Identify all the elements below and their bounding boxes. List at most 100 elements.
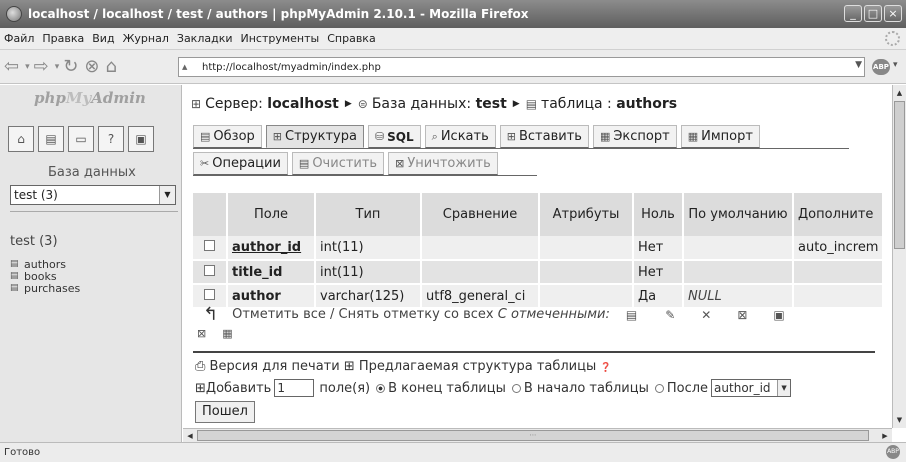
home-icon[interactable]: ⌂ (105, 56, 116, 77)
go-button[interactable]: Пошел (195, 401, 255, 423)
docs-icon[interactable]: ? (98, 126, 124, 152)
table-list-item[interactable]: ▤ books (10, 271, 80, 282)
tab-insert[interactable]: ⊞ Вставить (499, 125, 589, 148)
menu-bookmarks[interactable]: Закладки (177, 32, 233, 45)
edit-selected-icon[interactable]: ✎ (665, 308, 675, 322)
chevron-down-icon[interactable]: ▼ (159, 186, 175, 204)
horizontal-scrollbar[interactable]: ◀ ⋯ ▶ (183, 428, 892, 442)
column-header-default[interactable]: По умолчанию (683, 193, 794, 236)
query-window-icon[interactable]: ▭ (68, 126, 94, 152)
column-header-type[interactable]: Тип (315, 193, 422, 236)
adblock-button[interactable]: ABP (872, 59, 890, 75)
chevron-down-icon[interactable]: ▼ (777, 380, 791, 396)
delete-selected-icon[interactable]: ✕ (701, 308, 711, 322)
help-icon[interactable]: ❓ (600, 363, 611, 373)
tab-structure[interactable]: ⊞ Структура (265, 125, 364, 148)
table-list-item[interactable]: ▤ purchases (10, 283, 80, 294)
scroll-up-icon[interactable]: ▲ (894, 87, 905, 99)
breadcrumb-table[interactable]: authors (616, 96, 677, 112)
field-type: int(11) (315, 236, 422, 261)
minimize-button[interactable]: _ (844, 5, 862, 22)
scroll-thumb[interactable]: ⋯ (197, 430, 869, 441)
column-header-extra[interactable]: Дополните (793, 193, 885, 236)
scroll-left-icon[interactable]: ◀ (184, 430, 196, 442)
scroll-right-icon[interactable]: ▶ (879, 430, 891, 442)
at-end-radio[interactable] (376, 383, 386, 393)
column-header-field[interactable]: Поле (227, 193, 316, 236)
field-default (683, 260, 794, 285)
field-extra (793, 284, 885, 309)
tab-sql[interactable]: ⛁ SQL (367, 125, 421, 148)
field-null: Нет (633, 260, 684, 285)
back-icon[interactable]: ⇦ (4, 56, 19, 77)
address-bar[interactable]: ▲ http://localhost/myadmin/index.php ▼ (178, 57, 865, 77)
insert-icon: ⊞ (506, 130, 516, 143)
after-field-select[interactable]: author_id ▼ (711, 379, 792, 397)
stop-icon[interactable]: ⊗ (84, 56, 99, 77)
tab-drop[interactable]: ⊠ Уничтожить (388, 152, 498, 175)
add-field-count-input[interactable]: 1 (274, 379, 315, 397)
address-url: http://localhost/myadmin/index.php (202, 61, 381, 73)
menu-tools[interactable]: Инструменты (241, 32, 320, 45)
row-checkbox[interactable] (204, 288, 215, 300)
index-icon[interactable]: ▣ (773, 308, 784, 322)
breadcrumb-server[interactable]: localhost (267, 96, 339, 112)
menu-help[interactable]: Справка (327, 32, 375, 45)
tab-browse[interactable]: ▤ Обзор (193, 125, 262, 148)
left-navigation-frame: phpMyAdmin ⌂ ▤ ▭ ? ▣ База данных test (3… (0, 85, 182, 442)
menu-bar: Файл Правка Вид Журнал Закладки Инструме… (0, 28, 906, 50)
tab-search[interactable]: ⌕ Искать (424, 125, 496, 148)
menu-edit[interactable]: Правка (42, 32, 84, 45)
tab-operations[interactable]: ✂ Операции (193, 152, 288, 175)
unique-icon[interactable]: ⊠ (197, 327, 206, 340)
maximize-button[interactable]: □ (864, 5, 882, 22)
table-list-item[interactable]: ▤ authors (10, 259, 80, 270)
field-collation (421, 236, 540, 261)
propose-icon: ⊞ (343, 359, 355, 374)
adblock-dropdown-icon[interactable]: ▾ (893, 60, 898, 70)
propose-structure-link[interactable]: Предлагаемая структура таблицы (359, 359, 596, 374)
back-dropdown-icon[interactable]: ▾ (25, 62, 30, 72)
tab-import[interactable]: ▦ Импорт (680, 125, 760, 148)
database-name-link[interactable]: test (3) (10, 234, 58, 249)
close-button[interactable]: × (884, 5, 902, 22)
database-select[interactable]: test (3) ▼ (10, 185, 176, 205)
scroll-down-icon[interactable]: ▼ (894, 414, 905, 426)
tab-empty[interactable]: ▤ Очистить (291, 152, 385, 175)
column-header-collation[interactable]: Сравнение (421, 193, 540, 236)
adblock-status-icon[interactable]: ABP (886, 445, 900, 459)
sql-icon: ⛁ (374, 130, 385, 143)
field-attributes (539, 236, 634, 261)
operations-icon: ✂ (200, 157, 210, 170)
logout-icon[interactable]: ▤ (38, 126, 64, 152)
row-checkbox[interactable] (204, 264, 215, 276)
field-name[interactable]: author_id (227, 236, 316, 261)
column-header-null[interactable]: Ноль (633, 193, 684, 236)
column-header-attributes[interactable]: Атрибуты (539, 193, 634, 236)
table-icon: ▤ (525, 97, 538, 111)
at-begin-radio[interactable] (511, 383, 521, 393)
scroll-thumb[interactable] (894, 101, 905, 249)
with-selected-label: С отмеченными: (497, 307, 610, 322)
sql-docs-icon[interactable]: ▣ (128, 126, 154, 152)
forward-dropdown-icon[interactable]: ▾ (55, 62, 60, 72)
fulltext-icon[interactable]: ▦ (222, 327, 232, 340)
vertical-scrollbar[interactable]: ▲ ▼ (892, 85, 906, 428)
row-checkbox[interactable] (204, 240, 215, 251)
primary-key-icon[interactable]: ⊠ (737, 308, 747, 322)
server-icon: ⊞ (191, 97, 202, 111)
home-icon[interactable]: ⌂ (8, 126, 34, 152)
after-radio[interactable] (654, 383, 664, 393)
address-dropdown-icon[interactable]: ▼ (855, 60, 862, 70)
menu-view[interactable]: Вид (92, 32, 114, 45)
tab-export[interactable]: ▦ Экспорт (592, 125, 677, 148)
menu-history[interactable]: Журнал (123, 32, 169, 45)
print-version-link[interactable]: Версия для печати (210, 359, 340, 374)
reload-icon[interactable]: ↻ (63, 56, 78, 77)
browse-selected-icon[interactable]: ▤ (626, 308, 637, 322)
menu-file[interactable]: Файл (4, 32, 34, 45)
breadcrumb-database[interactable]: test (476, 96, 507, 112)
phpmyadmin-logo[interactable]: phpMyAdmin (34, 89, 146, 107)
check-all-link[interactable]: Отметить все / Снять отметку со всех (232, 307, 494, 322)
forward-icon[interactable]: ⇨ (34, 56, 49, 77)
